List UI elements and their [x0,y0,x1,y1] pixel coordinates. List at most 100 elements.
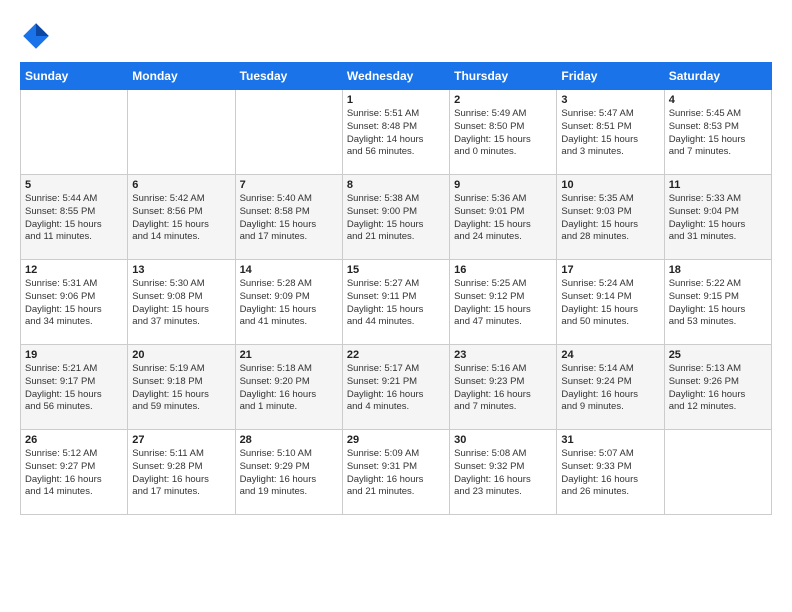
calendar-cell: 11 Sunrise: 5:33 AMSunset: 9:04 PMDayligh… [664,175,771,260]
cell-content: Sunrise: 5:30 AMSunset: 9:08 PMDaylight:… [132,278,230,329]
cell-content: Sunrise: 5:19 AMSunset: 9:18 PMDaylight:… [132,363,230,414]
calendar-cell: 31 Sunrise: 5:07 AMSunset: 9:33 PMDayligh… [557,430,664,515]
calendar-cell: 20 Sunrise: 5:19 AMSunset: 9:18 PMDayligh… [128,345,235,430]
day-number: 6 [132,179,230,191]
cell-content: Sunrise: 5:49 AMSunset: 8:50 PMDaylight:… [454,108,552,159]
day-number: 13 [132,264,230,276]
day-number: 24 [561,349,659,361]
cell-content: Sunrise: 5:11 AMSunset: 9:28 PMDaylight:… [132,448,230,499]
day-number: 8 [347,179,445,191]
cell-content: Sunrise: 5:21 AMSunset: 9:17 PMDaylight:… [25,363,123,414]
calendar-cell: 3 Sunrise: 5:47 AMSunset: 8:51 PMDaylight… [557,90,664,175]
weekday-header: Tuesday [235,63,342,90]
day-number: 3 [561,94,659,106]
weekday-header: Saturday [664,63,771,90]
cell-content: Sunrise: 5:33 AMSunset: 9:04 PMDaylight:… [669,193,767,244]
calendar-cell: 29 Sunrise: 5:09 AMSunset: 9:31 PMDayligh… [342,430,449,515]
calendar-cell [21,90,128,175]
weekday-header: Monday [128,63,235,90]
cell-content: Sunrise: 5:13 AMSunset: 9:26 PMDaylight:… [669,363,767,414]
weekday-header: Sunday [21,63,128,90]
calendar-cell: 21Sunrise: 5:18 AMSunset: 9:20 PMDayligh… [235,345,342,430]
day-number: 31 [561,434,659,446]
cell-content: Sunrise: 5:08 AMSunset: 9:32 PMDaylight:… [454,448,552,499]
calendar-cell: 1 Sunrise: 5:51 AMSunset: 8:48 PMDaylight… [342,90,449,175]
calendar-cell: 13 Sunrise: 5:30 AMSunset: 9:08 PMDayligh… [128,260,235,345]
day-number: 1 [347,94,445,106]
calendar-cell: 8 Sunrise: 5:38 AMSunset: 9:00 PMDaylight… [342,175,449,260]
calendar-cell: 19 Sunrise: 5:21 AMSunset: 9:17 PMDayligh… [21,345,128,430]
cell-content: Sunrise: 5:16 AMSunset: 9:23 PMDaylight:… [454,363,552,414]
calendar-cell [664,430,771,515]
calendar-row: 1 Sunrise: 5:51 AMSunset: 8:48 PMDaylight… [21,90,772,175]
calendar-row: 5Sunrise: 5:44 AMSunset: 8:55 PMDaylight… [21,175,772,260]
calendar-cell: 4 Sunrise: 5:45 AMSunset: 8:53 PMDaylight… [664,90,771,175]
day-number: 28 [240,434,338,446]
calendar-cell: 10 Sunrise: 5:35 AMSunset: 9:03 PMDayligh… [557,175,664,260]
cell-content: Sunrise: 5:12 AMSunset: 9:27 PMDaylight:… [25,448,123,499]
calendar-cell: 25 Sunrise: 5:13 AMSunset: 9:26 PMDayligh… [664,345,771,430]
calendar-cell [235,90,342,175]
calendar-cell: 26Sunrise: 5:12 AMSunset: 9:27 PMDayligh… [21,430,128,515]
logo [20,20,56,52]
cell-content: Sunrise: 5:14 AMSunset: 9:24 PMDaylight:… [561,363,659,414]
calendar-row: 26Sunrise: 5:12 AMSunset: 9:27 PMDayligh… [21,430,772,515]
cell-content: Sunrise: 5:45 AMSunset: 8:53 PMDaylight:… [669,108,767,159]
logo-icon [20,20,52,52]
weekday-header: Friday [557,63,664,90]
cell-content: Sunrise: 5:35 AMSunset: 9:03 PMDaylight:… [561,193,659,244]
day-number: 14 [240,264,338,276]
day-number: 11 [669,179,767,191]
calendar-table: SundayMondayTuesdayWednesdayThursdayFrid… [20,62,772,515]
cell-content: Sunrise: 5:40 AMSunset: 8:58 PMDaylight:… [240,193,338,244]
cell-content: Sunrise: 5:18 AMSunset: 9:20 PMDaylight:… [240,363,338,414]
day-number: 12 [25,264,123,276]
cell-content: Sunrise: 5:38 AMSunset: 9:00 PMDaylight:… [347,193,445,244]
weekday-header: Thursday [450,63,557,90]
day-number: 29 [347,434,445,446]
calendar-cell: 5Sunrise: 5:44 AMSunset: 8:55 PMDaylight… [21,175,128,260]
day-number: 20 [132,349,230,361]
calendar-cell: 9 Sunrise: 5:36 AMSunset: 9:01 PMDaylight… [450,175,557,260]
day-number: 7 [240,179,338,191]
day-number: 17 [561,264,659,276]
calendar-cell: 24 Sunrise: 5:14 AMSunset: 9:24 PMDayligh… [557,345,664,430]
page-header [20,20,772,52]
cell-content: Sunrise: 5:31 AMSunset: 9:06 PMDaylight:… [25,278,123,329]
cell-content: Sunrise: 5:47 AMSunset: 8:51 PMDaylight:… [561,108,659,159]
calendar-cell: 2 Sunrise: 5:49 AMSunset: 8:50 PMDaylight… [450,90,557,175]
calendar-cell: 15Sunrise: 5:27 AMSunset: 9:11 PMDayligh… [342,260,449,345]
calendar-cell: 6 Sunrise: 5:42 AMSunset: 8:56 PMDaylight… [128,175,235,260]
calendar-cell: 12 Sunrise: 5:31 AMSunset: 9:06 PMDayligh… [21,260,128,345]
calendar-cell: 30 Sunrise: 5:08 AMSunset: 9:32 PMDayligh… [450,430,557,515]
day-number: 25 [669,349,767,361]
calendar-cell [128,90,235,175]
cell-content: Sunrise: 5:09 AMSunset: 9:31 PMDaylight:… [347,448,445,499]
cell-content: Sunrise: 5:17 AMSunset: 9:21 PMDaylight:… [347,363,445,414]
day-number: 9 [454,179,552,191]
cell-content: Sunrise: 5:51 AMSunset: 8:48 PMDaylight:… [347,108,445,159]
calendar-cell: 28Sunrise: 5:10 AMSunset: 9:29 PMDayligh… [235,430,342,515]
day-number: 4 [669,94,767,106]
cell-content: Sunrise: 5:42 AMSunset: 8:56 PMDaylight:… [132,193,230,244]
calendar-cell: 23 Sunrise: 5:16 AMSunset: 9:23 PMDayligh… [450,345,557,430]
cell-content: Sunrise: 5:24 AMSunset: 9:14 PMDaylight:… [561,278,659,329]
cell-content: Sunrise: 5:28 AMSunset: 9:09 PMDaylight:… [240,278,338,329]
day-number: 10 [561,179,659,191]
weekday-header: Wednesday [342,63,449,90]
cell-content: Sunrise: 5:25 AMSunset: 9:12 PMDaylight:… [454,278,552,329]
calendar-cell: 17 Sunrise: 5:24 AMSunset: 9:14 PMDayligh… [557,260,664,345]
calendar-row: 19 Sunrise: 5:21 AMSunset: 9:17 PMDayligh… [21,345,772,430]
day-number: 19 [25,349,123,361]
calendar-cell: 27Sunrise: 5:11 AMSunset: 9:28 PMDayligh… [128,430,235,515]
cell-content: Sunrise: 5:07 AMSunset: 9:33 PMDaylight:… [561,448,659,499]
day-number: 18 [669,264,767,276]
calendar-cell: 14 Sunrise: 5:28 AMSunset: 9:09 PMDayligh… [235,260,342,345]
cell-content: Sunrise: 5:36 AMSunset: 9:01 PMDaylight:… [454,193,552,244]
day-number: 2 [454,94,552,106]
calendar-cell: 16Sunrise: 5:25 AMSunset: 9:12 PMDayligh… [450,260,557,345]
calendar-header: SundayMondayTuesdayWednesdayThursdayFrid… [21,63,772,90]
calendar-cell: 7 Sunrise: 5:40 AMSunset: 8:58 PMDaylight… [235,175,342,260]
day-number: 23 [454,349,552,361]
day-number: 30 [454,434,552,446]
